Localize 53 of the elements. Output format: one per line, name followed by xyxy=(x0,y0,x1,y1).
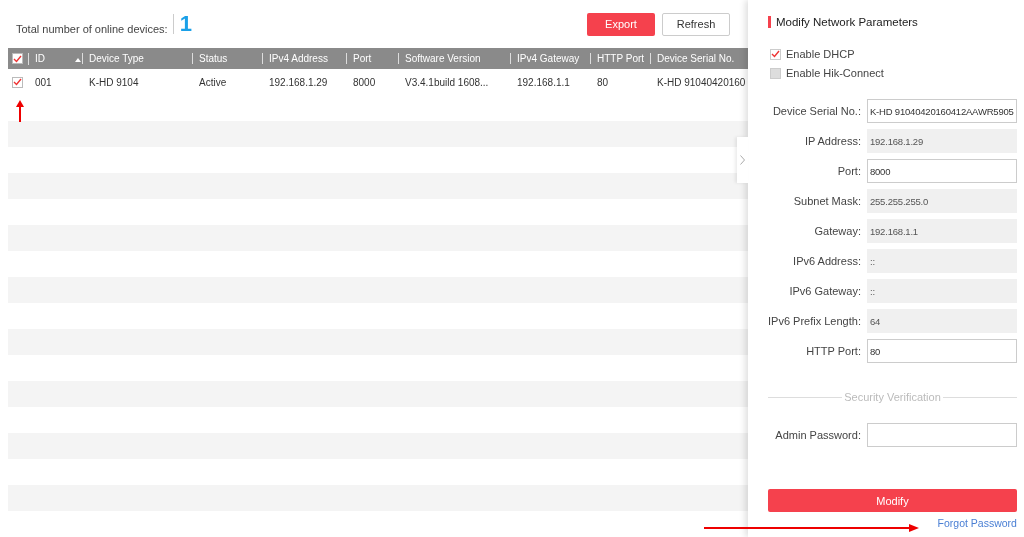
device-count-label: Total number of online devices: xyxy=(16,23,168,35)
input-field[interactable]: 255.255.255.0 xyxy=(866,189,1017,213)
section-heading: Security Verification xyxy=(844,391,941,403)
input-field[interactable]: :: xyxy=(866,249,1017,273)
table-cell: K-HD 9104 xyxy=(89,76,139,88)
annotation-arrow xyxy=(16,100,24,122)
table-cell: 192.168.1.29 xyxy=(269,76,328,88)
checkbox[interactable] xyxy=(12,53,23,64)
input-field[interactable]: K-HD 91040420160412AAWR5905 xyxy=(866,99,1017,123)
table-cell: V3.4.1build 1608... xyxy=(405,76,489,88)
column-header[interactable]: Device Serial No. xyxy=(657,53,735,64)
input-field[interactable]: 64 xyxy=(866,309,1017,333)
device-count: 1 xyxy=(179,11,192,37)
input-field[interactable]: 192.168.1.1 xyxy=(866,219,1017,243)
table-cell: K-HD 91040420160 xyxy=(657,76,746,88)
field-label: Device Serial No.: xyxy=(772,105,861,117)
checkbox[interactable] xyxy=(12,76,23,88)
column-header[interactable]: Status xyxy=(199,53,228,64)
export-button[interactable]: Export xyxy=(587,12,655,36)
column-header[interactable]: Device Type xyxy=(89,53,144,64)
collapse-handle[interactable] xyxy=(737,137,748,183)
column-header[interactable]: Port xyxy=(353,53,372,64)
field-label: Gateway: xyxy=(814,225,861,237)
panel-title: Modify Network Parameters xyxy=(768,16,1017,28)
field-label: IPv6 Gateway: xyxy=(789,285,861,297)
table-cell: 001 xyxy=(35,76,52,88)
field-label: Subnet Mask: xyxy=(793,195,861,207)
option-label: Enable Hik-Connect xyxy=(786,67,884,79)
field-label: IP Address: xyxy=(804,135,861,147)
field-label: HTTP Port: xyxy=(806,345,861,357)
column-header[interactable]: ID xyxy=(35,52,45,64)
forgot-password-link[interactable]: Forgot Password xyxy=(937,517,1017,529)
password-field[interactable] xyxy=(866,423,1017,447)
field-label: Admin Password: xyxy=(775,429,861,441)
modify-button[interactable]: Modify xyxy=(768,489,1017,512)
table-cell: 80 xyxy=(597,76,609,88)
checkbox[interactable] xyxy=(770,48,781,60)
input-field[interactable]: 80 xyxy=(866,339,1017,363)
table-cell: Active xyxy=(199,76,227,88)
table-cell: 8000 xyxy=(353,76,376,88)
input-field[interactable]: :: xyxy=(866,279,1017,303)
column-header[interactable]: IPv4 Address xyxy=(269,53,328,64)
column-header[interactable]: Software Version xyxy=(405,53,481,64)
table-cell: 192.168.1.1 xyxy=(517,76,570,88)
field-label: Port: xyxy=(837,165,861,177)
option-label: Enable DHCP xyxy=(786,48,855,60)
column-header[interactable]: IPv4 Gateway xyxy=(517,53,580,64)
column-header[interactable]: HTTP Port xyxy=(597,53,645,64)
field-label: IPv6 Address: xyxy=(793,255,861,267)
input-field[interactable]: 192.168.1.29 xyxy=(866,129,1017,153)
input-field[interactable]: 8000 xyxy=(866,159,1017,183)
refresh-button[interactable]: Refresh xyxy=(662,12,730,36)
field-label: IPv6 Prefix Length: xyxy=(768,315,861,327)
